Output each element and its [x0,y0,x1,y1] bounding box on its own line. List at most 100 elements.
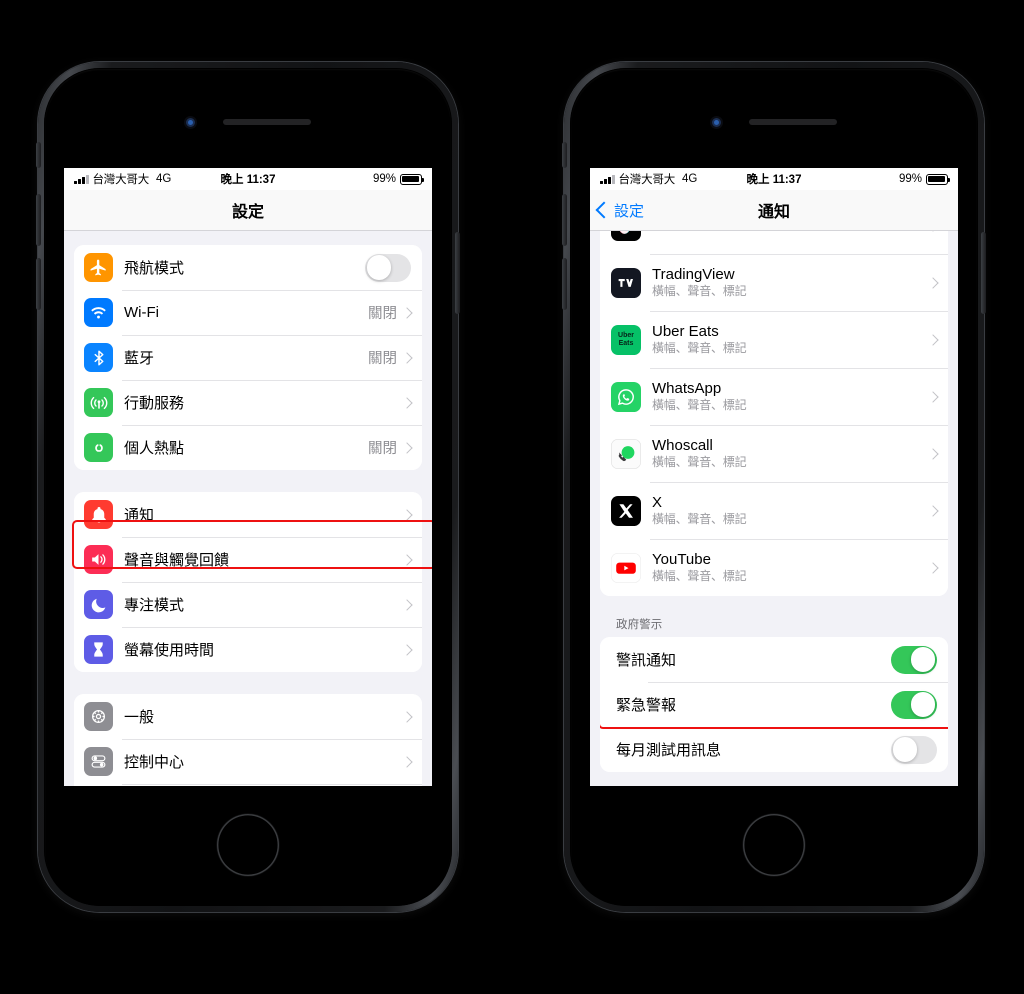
row-accessory: 關閉 [368,347,422,368]
settings-row-bluetooth[interactable]: 藍牙 關閉 [74,335,422,380]
chevron-left-icon [595,201,613,219]
battery-icon [400,173,424,185]
moon-icon [84,590,113,619]
monthly-test-toggle[interactable] [891,735,937,764]
mute-switch[interactable] [562,142,567,168]
youtube-icon [611,552,641,583]
left-phone-screen: 台灣大哥大 4G 晚上 11:37 99% 設定 飛航模式 Wi-Fi 關閉 藍… [64,168,432,786]
row-accessory [891,735,948,764]
settings-row-sounds-haptics[interactable]: 聲音與觸覺回饋 [74,537,422,582]
app-row-texts: YouTube 橫幅、聲音、標記 [652,551,747,583]
app-row-tiktok[interactable]: 橫幅、聲音、標記 [600,231,948,254]
settings-row-label: 藍牙 [124,350,155,367]
settings-row-label: 螢幕使用時間 [124,642,215,659]
signal-bars-icon [600,174,615,184]
chevron-right-icon [401,351,413,364]
chevron-right-icon [401,643,413,656]
screenshot-canvas: 台灣大哥大 4G 晚上 11:37 99% 設定 飛航模式 Wi-Fi 關閉 藍… [0,0,1024,994]
front-camera-icon [711,117,721,127]
row-accessory [401,396,422,409]
volume-down-button[interactable] [562,258,567,310]
volume-down-button[interactable] [36,258,41,310]
app-subtitle: 橫幅、聲音、標記 [652,511,747,526]
hourglass-icon [84,635,113,664]
mute-switch[interactable] [36,142,41,168]
row-accessory [927,504,948,517]
settings-row-screen-time[interactable]: 螢幕使用時間 [74,627,422,672]
chevron-right-icon [401,396,413,409]
app-row-ubereats[interactable]: Uber Eats Uber Eats 橫幅、聲音、標記 [600,311,948,368]
app-row-texts: Uber Eats 橫幅、聲音、標記 [652,323,747,355]
settings-row-personal-hotspot[interactable]: 個人熱點 關閉 [74,425,422,470]
x-icon [611,495,641,526]
navigation-bar: 設定 [64,190,432,231]
back-button[interactable]: 設定 [595,200,644,221]
settings-row-monthly-test[interactable]: 每月測試用訊息 [600,727,948,772]
settings-row-general[interactable]: 一般 [74,694,422,739]
settings-list[interactable]: 飛航模式 Wi-Fi 關閉 藍牙 關閉 行動服務 個人熱點 關閉 通知 聲音與觸… [64,231,432,786]
chevron-right-icon [927,333,939,346]
navigation-bar: 設定 通知 [590,190,958,231]
volume-up-button[interactable] [562,194,567,246]
settings-group-general: 一般 控制中心 [74,694,422,786]
settings-row-label: 聲音與觸覺回饋 [124,552,230,569]
severe-alerts-toggle[interactable] [891,690,937,719]
left-phone-bezel: 台灣大哥大 4G 晚上 11:37 99% 設定 飛航模式 Wi-Fi 關閉 藍… [44,68,452,906]
row-value: 關閉 [368,441,397,457]
section-header-government-alerts: 政府警示 [616,619,663,631]
volume-up-button[interactable] [36,194,41,246]
row-accessory [891,645,948,674]
settings-row-wifi[interactable]: Wi-Fi 關閉 [74,290,422,335]
chevron-right-icon [401,508,413,521]
network-type: 4G [156,173,172,185]
power-button[interactable] [455,232,460,314]
app-name: YouTube [652,551,711,569]
settings-row-label: 飛航模式 [124,260,185,277]
emergency-alerts-toggle[interactable] [891,645,937,674]
home-button[interactable] [217,814,279,876]
chevron-right-icon [927,276,939,289]
tiktok-icon [611,231,641,241]
row-accessory [401,643,422,656]
app-row-whatsapp[interactable]: WhatsApp 橫幅、聲音、標記 [600,368,948,425]
app-row-texts: WhatsApp 橫幅、聲音、標記 [652,380,747,412]
settings-row-display-brightness[interactable]: 螢幕顯示與亮度 [74,784,422,786]
carrier-name: 台灣大哥大 [92,174,150,186]
notifications-list[interactable]: 橫幅、聲音、標記 TradingView 橫幅、聲音、標記 [590,231,958,786]
row-accessory [401,755,422,768]
airplane-icon [84,253,113,282]
chevron-right-icon [927,390,939,403]
airplane-mode-toggle[interactable] [365,253,411,282]
chevron-right-icon [401,598,413,611]
settings-row-notifications[interactable]: 通知 [74,492,422,537]
carrier-name: 台灣大哥大 [618,174,676,186]
bell-icon [84,500,113,529]
row-accessory [401,508,422,521]
settings-row-focus[interactable]: 專注模式 [74,582,422,627]
app-row-tradingview[interactable]: TradingView 橫幅、聲音、標記 [600,254,948,311]
settings-row-emergency-alerts[interactable]: 警訊通知 [600,637,948,682]
chevron-right-icon [401,441,413,454]
settings-row-label: 警訊通知 [616,652,677,669]
settings-row-label: 每月測試用訊息 [616,742,722,759]
app-name: Whoscall [652,437,713,455]
chevron-right-icon [401,710,413,723]
home-button[interactable] [743,814,805,876]
row-accessory: 關閉 [368,302,422,323]
status-bar-left: 台灣大哥大 4G [600,171,697,187]
app-row-youtube[interactable]: YouTube 橫幅、聲音、標記 [600,539,948,596]
earpiece-speaker [222,119,311,125]
app-subtitle: 橫幅、聲音、標記 [652,568,747,583]
settings-row-control-center[interactable]: 控制中心 [74,739,422,784]
government-alerts-group: 警訊通知 緊急警報 每月測試用訊息 [600,637,948,772]
settings-row-severe-alerts[interactable]: 緊急警報 [600,682,948,727]
settings-row-cellular[interactable]: 行動服務 [74,380,422,425]
network-type: 4G [682,173,698,185]
app-subtitle: 橫幅、聲音、標記 [652,283,747,298]
app-row-whoscall[interactable]: Whoscall 橫幅、聲音、標記 [600,425,948,482]
app-row-x[interactable]: X 橫幅、聲音、標記 [600,482,948,539]
settings-row-airplane-mode[interactable]: 飛航模式 [74,245,422,290]
front-camera-icon [185,117,195,127]
signal-bars-icon [74,174,89,184]
power-button[interactable] [981,232,986,314]
